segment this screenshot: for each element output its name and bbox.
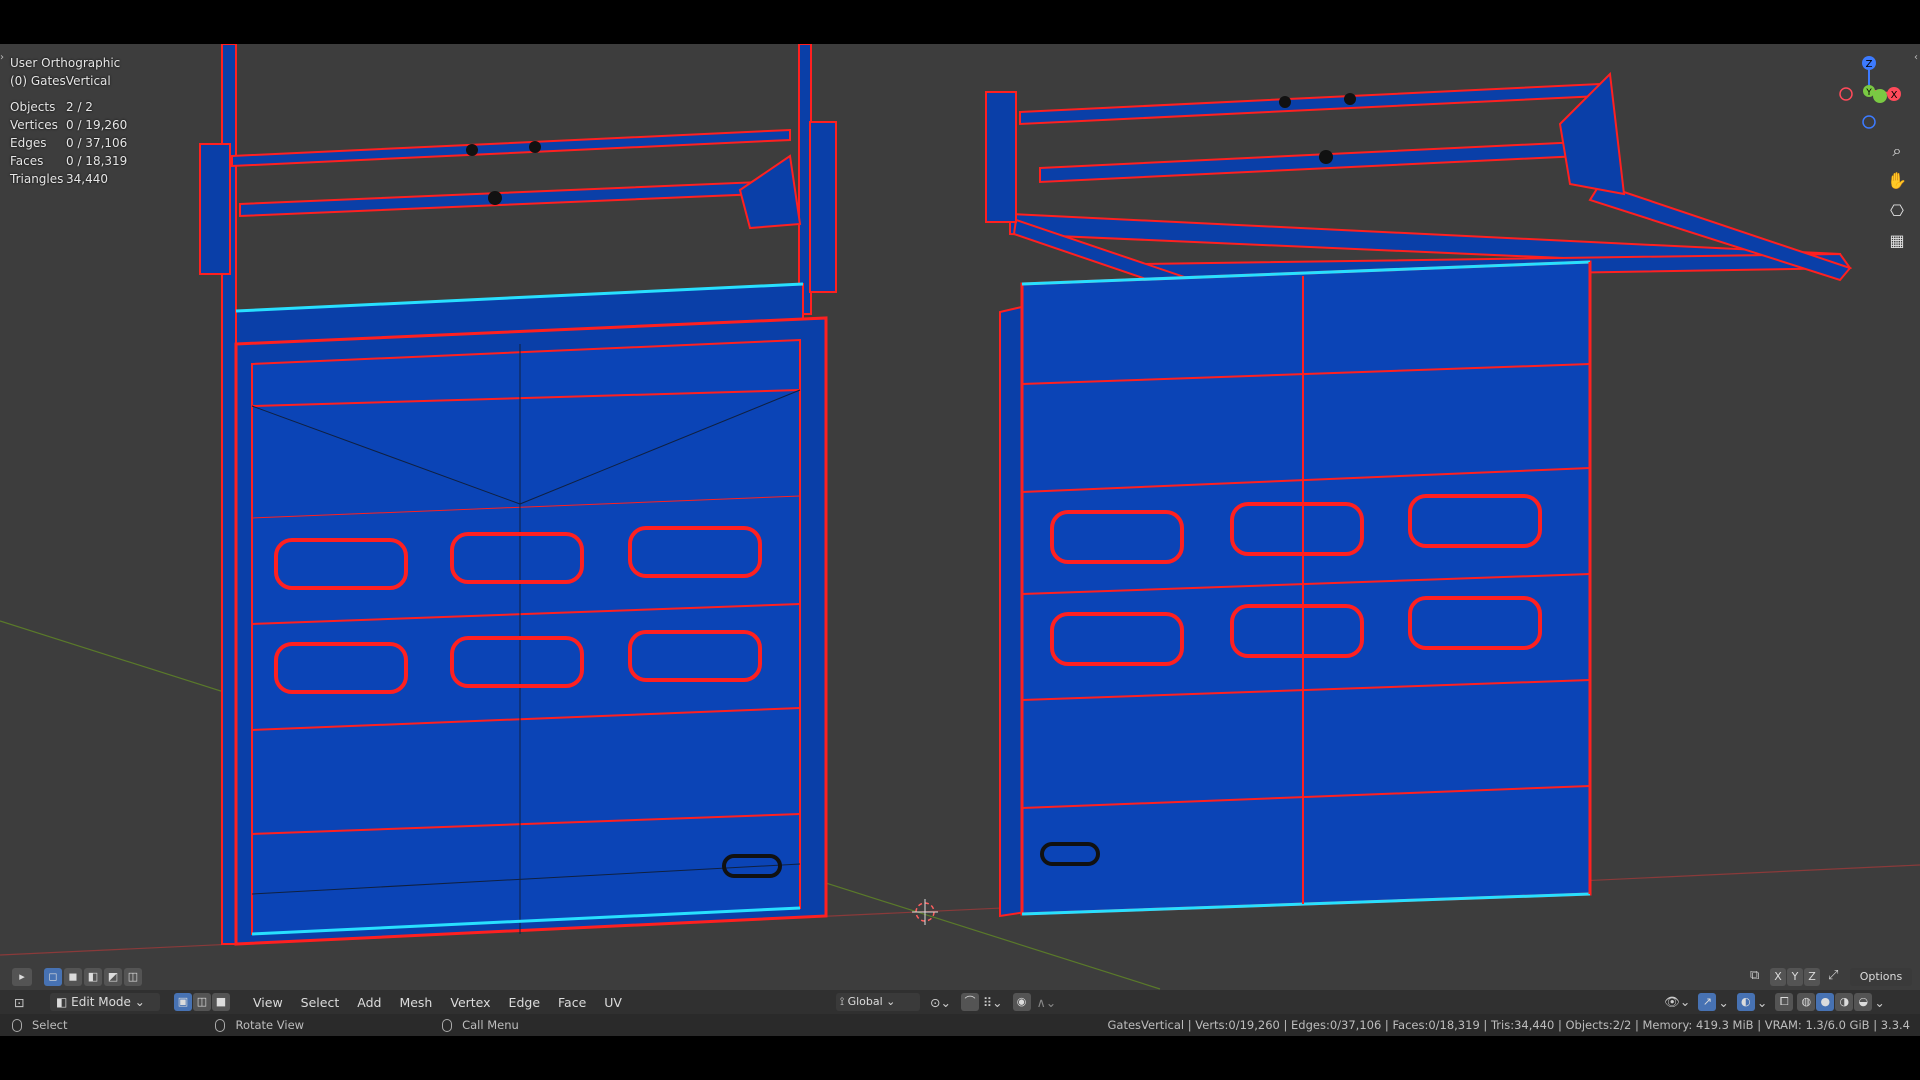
editor-type-icon[interactable]: ⊡ [14,995,36,1010]
menu-face[interactable]: Face [549,995,595,1010]
visibility-icon[interactable]: 👁⌄ [1664,994,1690,1010]
mode-label: Edit Mode [71,995,131,1009]
hint-rotate: Rotate View [215,1018,304,1032]
active-object-name: (0) GatesVertical [10,74,111,88]
snap-toggle-icon[interactable]: ⌒ [960,993,979,1011]
scene-statistics: GatesVertical | Verts:0/19,260 | Edges:0… [1107,1018,1911,1032]
mirror-z-toggle[interactable]: Z [1804,968,1820,986]
overlay-dropdown-icon[interactable]: ⌄ [1757,995,1767,1010]
mirror-x-toggle[interactable]: X [1770,968,1786,986]
hint-select: Select [12,1018,67,1032]
sidebar-toggle-arrow-icon[interactable]: ‹ [1914,52,1918,63]
menu-add[interactable]: Add [348,995,390,1010]
mouse-right-icon [442,1018,453,1032]
scene-canvas[interactable] [0,44,1920,1036]
hint-menu: Call Menu [442,1018,519,1032]
grid-view-icon[interactable]: ▦ [1884,228,1910,254]
xray-toggle-icon[interactable]: ⧠ [1775,993,1794,1011]
view-name: User Orthographic [10,56,121,70]
3d-cursor [912,899,938,925]
shading-rendered-icon[interactable]: ◒ [1854,993,1873,1011]
menu-edge[interactable]: Edge [500,995,549,1010]
stats-faces: Faces 0 / 18,319 [10,154,128,168]
edit-mode-icon: ◧ [56,995,72,1009]
select-intersect-icon[interactable]: ◫ [124,968,142,986]
stats-edges: Edges 0 / 37,106 [10,136,128,150]
falloff-icon[interactable]: ∧⌄ [1037,995,1057,1010]
proportional-edit-icon[interactable]: ◉ [1012,993,1031,1011]
tool-select-icon[interactable]: ▸ [12,968,32,986]
select-subtract-icon[interactable]: ◧ [84,968,102,986]
edge-select-mode-button[interactable]: ◫ [193,993,211,1011]
viewport-info-overlay: User Orthographic (0) GatesVertical Obje… [10,54,127,188]
stats-vertices: Vertices 0 / 19,260 [10,118,128,132]
mirror-y-toggle[interactable]: Y [1787,968,1803,986]
select-invert-icon[interactable]: ◩ [104,968,122,986]
svg-text:X: X [1891,90,1898,101]
zoom-icon[interactable]: ⌕ [1884,138,1910,164]
shading-wireframe-icon[interactable]: ◍ [1797,993,1816,1011]
mirror-icon[interactable]: ⧉ [1750,968,1759,983]
stats-objects: Objects 2 / 2 [10,100,93,114]
gizmo-dropdown-icon[interactable]: ⌄ [1718,995,1728,1010]
orientation-icon: ⟟ [840,995,848,1008]
menu-select[interactable]: Select [292,995,349,1010]
viewport-header: ⊡ ◧ Edit Mode ⌄ ▣ ◫ ■ View Select Add Me… [0,990,1920,1014]
orientation-dropdown[interactable]: ⟟ Global ⌄ [836,993,920,1011]
camera-icon[interactable]: ⎔ [1884,198,1910,224]
status-bar: Select Rotate View Call Menu GatesVertic… [0,1014,1920,1036]
gizmo-toggle-icon[interactable]: ↗ [1698,993,1717,1011]
shading-material-icon[interactable]: ◑ [1835,993,1854,1011]
svg-text:Y: Y [1865,88,1872,98]
mouse-left-icon [12,1018,22,1032]
snap-target-icon[interactable]: ⠿⌄ [983,995,1003,1010]
mode-dropdown[interactable]: ◧ Edit Mode ⌄ [50,993,160,1011]
shading-dropdown-icon[interactable]: ⌄ [1874,995,1884,1010]
pan-hand-icon[interactable]: ✋ [1884,168,1910,194]
left-gate-mesh [199,44,837,946]
pivot-point-icon[interactable]: ⊙⌄ [930,995,951,1010]
toolbar-toggle-arrow-icon[interactable]: › [0,52,4,63]
3d-viewport[interactable]: User Orthographic (0) GatesVertical Obje… [0,44,1920,1036]
face-select-mode-button[interactable]: ■ [212,993,230,1011]
overlay-toggle-icon[interactable]: ◐ [1736,993,1755,1011]
menu-vertex[interactable]: Vertex [441,995,499,1010]
mouse-middle-icon [215,1018,226,1032]
right-gate-mesh [985,71,1852,918]
shading-solid-icon[interactable]: ● [1816,993,1835,1011]
navigation-gizmo[interactable]: Z X Y [1836,54,1906,134]
menu-mesh[interactable]: Mesh [390,995,441,1010]
viewport-lower-toolbar: ▸ ◻ ◼ ◧ ◩ ◫ ⧉ X Y Z ⤢ Options [0,966,1920,988]
orientation-label: Global [847,995,883,1008]
select-new-icon[interactable]: ◻ [44,968,62,986]
auto-merge-icon[interactable]: ⤢ [1828,968,1838,983]
select-extend-icon[interactable]: ◼ [64,968,82,986]
menu-uv[interactable]: UV [595,995,631,1010]
stats-triangles: Triangles 34,440 [10,172,108,186]
menu-view[interactable]: View [244,995,292,1010]
svg-text:Z: Z [1866,59,1873,70]
vertex-select-mode-button[interactable]: ▣ [174,993,192,1011]
options-dropdown[interactable]: Options [1850,968,1912,986]
